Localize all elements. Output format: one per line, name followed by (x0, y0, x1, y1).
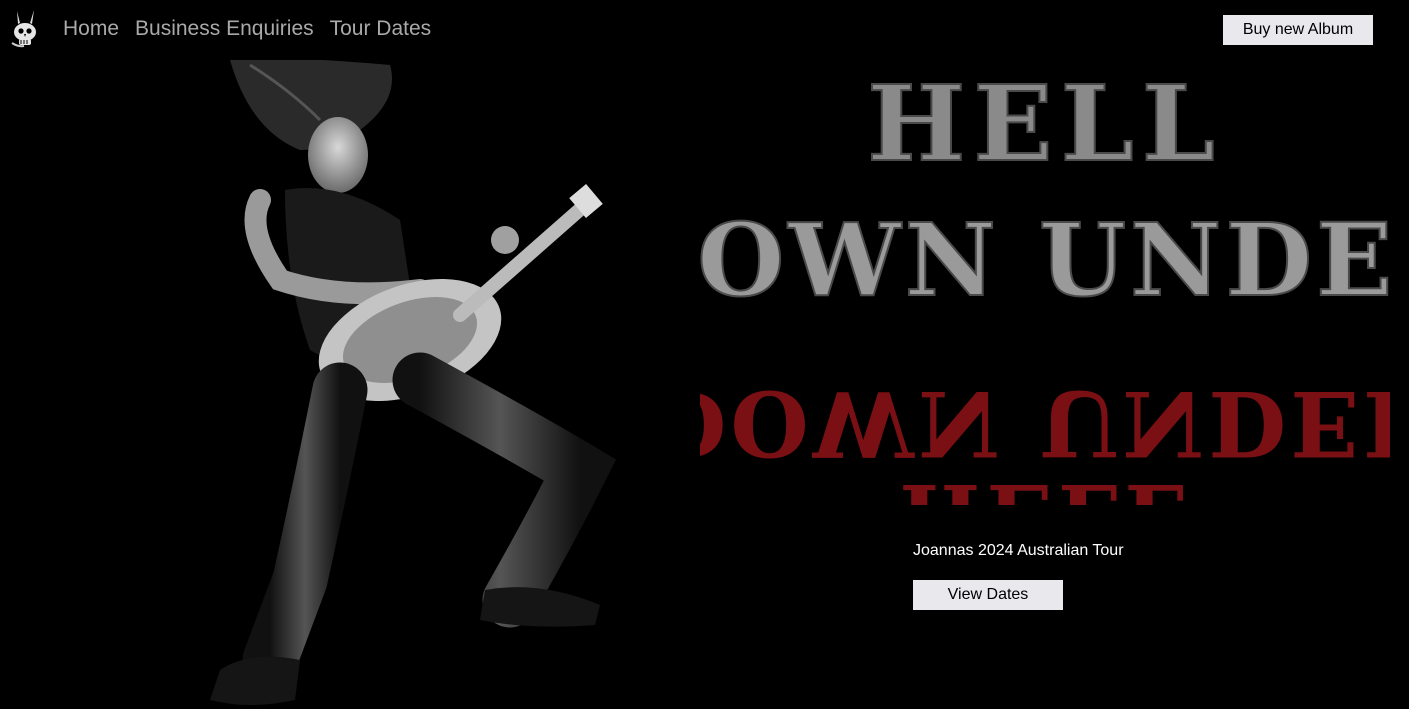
nav-link-home[interactable]: Home (63, 17, 119, 41)
guitarist-photo (210, 60, 616, 705)
tour-description: Joannas 2024 Australian Tour (913, 542, 1124, 559)
buy-new-album-button[interactable]: Buy new Album (1223, 15, 1373, 45)
nav-link-tour-dates[interactable]: Tour Dates (330, 17, 432, 41)
title-line-down-under: DOWN UNDER (700, 201, 1390, 319)
top-navigation: Home Business Enquiries Tour Dates Buy n… (0, 0, 1409, 60)
title-line-hell: HELL (867, 62, 1223, 185)
hell-down-under-title-art: HELL DOWN UNDER DOWN UNDER HELL (700, 61, 1390, 505)
title-line-hell-mirrored: HELL (899, 464, 1191, 505)
nav-link-business-enquiries[interactable]: Business Enquiries (135, 17, 314, 41)
title-line-down-under-mirrored: DOWN UNDER (700, 370, 1390, 476)
view-dates-button[interactable]: View Dates (913, 580, 1063, 610)
skull-horns-logo-icon[interactable] (8, 9, 40, 49)
